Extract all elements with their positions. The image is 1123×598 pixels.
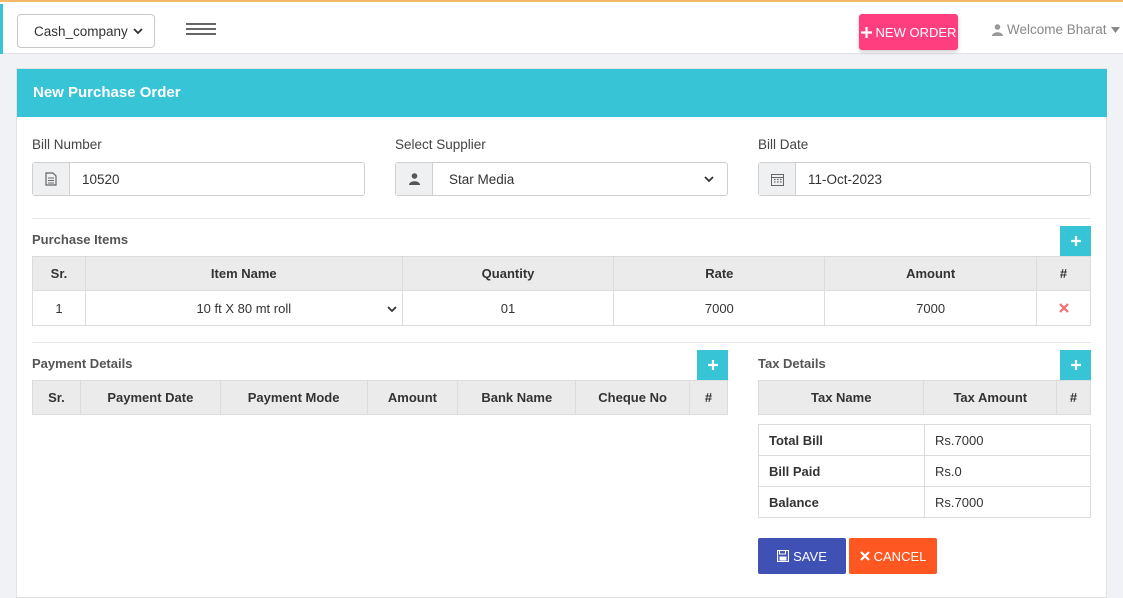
user-menu[interactable]: Welcome Bharat xyxy=(992,22,1120,37)
purchase-items-table: Sr. Item Name Quantity Rate Amount # 1 1… xyxy=(32,256,1091,326)
floppy-icon xyxy=(777,550,790,562)
col-header: Item Name xyxy=(84,256,403,291)
supplier-select[interactable]: Star Media xyxy=(395,162,728,196)
chevron-down-icon xyxy=(704,176,714,183)
menu-toggle-icon[interactable] xyxy=(186,23,216,37)
col-header: Amount xyxy=(366,380,459,415)
amount-value: 7000 xyxy=(824,290,1038,326)
bill-date-field[interactable]: 11-Oct-2023 xyxy=(758,162,1091,196)
add-payment-button[interactable] xyxy=(697,350,728,380)
total-bill-label: Total Bill xyxy=(758,424,925,456)
bill-number-field[interactable]: 10520 xyxy=(32,162,365,196)
company-select[interactable]: Cash_company xyxy=(17,14,155,48)
plus-icon xyxy=(707,360,718,370)
cancel-button[interactable]: CANCEL xyxy=(849,538,937,574)
chevron-down-icon xyxy=(386,305,397,312)
col-header: Cheque No xyxy=(575,380,691,415)
plus-icon xyxy=(1070,360,1081,370)
totals-table: Total Bill Rs.7000 Bill Paid Rs.0 Balanc… xyxy=(758,424,1091,518)
item-select-value: 10 ft X 80 mt roll xyxy=(196,300,292,316)
add-purchase-item-button[interactable] xyxy=(1060,226,1091,256)
tax-details-title: Tax Details xyxy=(758,356,826,371)
user-icon xyxy=(396,163,433,195)
col-header: Quantity xyxy=(401,256,615,291)
close-icon xyxy=(859,551,870,561)
row-sr: 1 xyxy=(32,290,86,326)
company-select-value: Cash_company xyxy=(34,23,128,39)
user-icon xyxy=(992,23,1003,36)
plus-icon xyxy=(860,26,872,38)
rate-input[interactable]: 7000 xyxy=(613,290,826,326)
file-icon xyxy=(33,163,70,195)
tax-details-table: Tax Name Tax Amount # xyxy=(757,380,1091,415)
purchase-items-title: Purchase Items xyxy=(32,232,129,247)
col-header: Amount xyxy=(824,256,1038,291)
col-header: Tax Name xyxy=(757,380,925,415)
supplier-value: Star Media xyxy=(449,171,515,187)
section-divider xyxy=(32,218,1091,219)
new-order-button[interactable]: NEW ORDER xyxy=(859,14,958,50)
col-header: Tax Amount xyxy=(923,380,1058,415)
save-label: SAVE xyxy=(793,548,827,564)
save-button[interactable]: SAVE xyxy=(758,538,846,574)
col-header: # xyxy=(1036,256,1091,291)
quantity-input[interactable]: 01 xyxy=(401,290,615,326)
payment-details-title: Payment Details xyxy=(32,356,133,371)
bill-paid-label: Bill Paid xyxy=(758,455,925,487)
col-header: Payment Mode xyxy=(219,380,368,415)
top-bar: Cash_company NEW ORDER Welcome Bharat xyxy=(0,0,1123,54)
cancel-label: CANCEL xyxy=(873,548,927,564)
col-header: # xyxy=(689,380,728,415)
plus-icon xyxy=(1070,236,1081,246)
delete-row-button[interactable] xyxy=(1036,290,1091,326)
bill-date-value: 11-Oct-2023 xyxy=(808,171,883,187)
new-order-label: NEW ORDER xyxy=(875,24,957,40)
bill-number-label: Bill Number xyxy=(32,137,102,152)
caret-down-icon xyxy=(1110,26,1120,33)
item-select[interactable]: 10 ft X 80 mt roll xyxy=(84,290,403,326)
col-header: # xyxy=(1056,380,1091,415)
total-bill-value: Rs.7000 xyxy=(924,424,1091,456)
col-header: Sr. xyxy=(32,256,86,291)
chevron-down-icon xyxy=(133,28,143,35)
supplier-label: Select Supplier xyxy=(395,137,486,152)
col-header: Sr. xyxy=(32,380,81,415)
col-header: Payment Date xyxy=(79,380,221,415)
col-header: Bank Name xyxy=(457,380,577,415)
payment-details-table: Sr. Payment Date Payment Mode Amount Ban… xyxy=(32,380,728,415)
bill-paid-value: Rs.0 xyxy=(924,455,1091,487)
purchase-order-card: New Purchase Order xyxy=(16,68,1107,598)
card-title: New Purchase Order xyxy=(17,69,1107,117)
bill-number-value: 10520 xyxy=(82,171,120,187)
accent-strip xyxy=(0,4,3,54)
add-tax-button[interactable] xyxy=(1060,350,1091,380)
bill-date-label: Bill Date xyxy=(758,137,809,152)
close-icon xyxy=(1058,302,1069,313)
section-divider xyxy=(32,342,1091,343)
table-row: Total Bill Rs.7000 xyxy=(758,424,1091,456)
balance-value: Rs.7000 xyxy=(924,486,1091,518)
table-row: 1 10 ft X 80 mt roll 01 7000 7000 xyxy=(32,290,1091,326)
table-row: Bill Paid Rs.0 xyxy=(758,455,1091,487)
balance-label: Balance xyxy=(758,486,925,518)
table-row: Balance Rs.7000 xyxy=(758,486,1091,518)
welcome-text: Welcome Bharat xyxy=(1007,22,1107,37)
col-header: Rate xyxy=(613,256,826,291)
calendar-icon xyxy=(759,163,796,195)
